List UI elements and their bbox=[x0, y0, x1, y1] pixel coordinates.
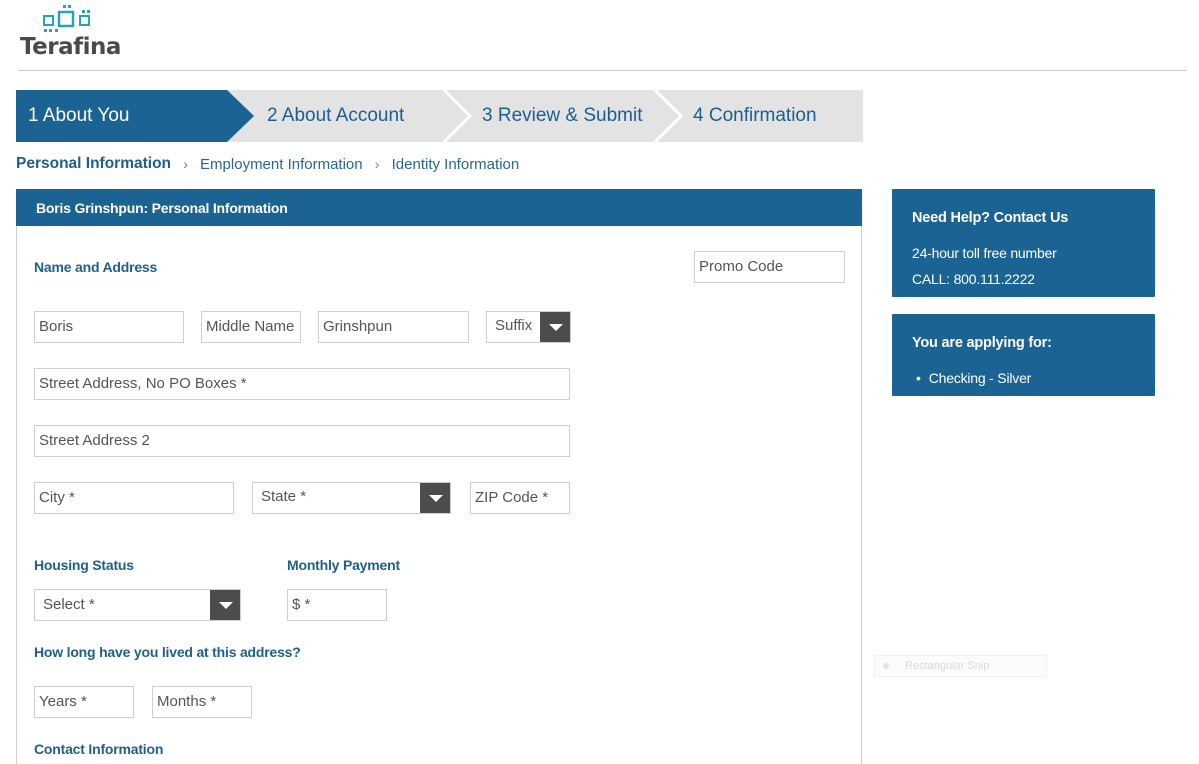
name-address-heading: Name and Address bbox=[34, 259, 158, 275]
street-address-2-input[interactable]: Street Address 2 bbox=[34, 425, 570, 457]
applying-for-box: You are applying for: • Checking - Silver bbox=[892, 314, 1155, 396]
state-select-value: State * bbox=[261, 488, 307, 505]
applying-product-label: Checking - Silver bbox=[928, 370, 1032, 386]
state-select[interactable]: State * bbox=[252, 482, 451, 514]
address-duration-heading: How long have you lived at this address? bbox=[34, 644, 301, 660]
header-divider bbox=[18, 70, 1187, 71]
breadcrumb-employment[interactable]: Employment Information bbox=[200, 156, 363, 173]
zip-code-input[interactable]: ZIP Code * bbox=[470, 482, 570, 514]
suffix-select[interactable]: Suffix bbox=[486, 311, 571, 343]
monthly-payment-heading: Monthly Payment bbox=[287, 557, 400, 573]
suffix-select-value: Suffix bbox=[495, 317, 533, 334]
header: Terafina bbox=[0, 0, 1199, 72]
monthly-payment-input[interactable]: $ * bbox=[287, 589, 387, 621]
brand-logo[interactable]: Terafina bbox=[20, 4, 121, 64]
step-review-submit[interactable]: 3 Review & Submit bbox=[482, 90, 643, 142]
brand-name: Terafina bbox=[20, 34, 121, 60]
help-toll-free-label: 24-hour toll free number bbox=[912, 245, 1057, 261]
last-name-input[interactable]: Grinshpun bbox=[318, 311, 469, 343]
step-confirmation[interactable]: 4 Confirmation bbox=[693, 90, 817, 142]
street-address-input[interactable]: Street Address, No PO Boxes * bbox=[34, 368, 570, 400]
housing-status-value: Select * bbox=[43, 596, 95, 613]
chevron-down-icon[interactable] bbox=[420, 483, 450, 513]
help-phone-number[interactable]: CALL: 800.111.2222 bbox=[912, 271, 1035, 287]
years-input[interactable]: Years * bbox=[34, 686, 134, 718]
logo-mark-icon bbox=[43, 5, 90, 32]
breadcrumb-identity[interactable]: Identity Information bbox=[392, 156, 520, 173]
housing-status-select[interactable]: Select * bbox=[34, 589, 241, 621]
breadcrumb-separator: › bbox=[374, 156, 380, 173]
step-about-you[interactable]: 1 About You bbox=[16, 90, 254, 142]
panel-title: Boris Grinshpun: Personal Information bbox=[16, 189, 862, 226]
city-input[interactable]: City * bbox=[34, 482, 234, 514]
step-chevron-icon bbox=[653, 90, 683, 142]
step-about-account[interactable]: 2 About Account bbox=[267, 90, 404, 142]
months-input[interactable]: Months * bbox=[152, 686, 252, 718]
help-title: Need Help? Contact Us bbox=[912, 210, 1069, 226]
breadcrumb: Personal Information › Employment Inform… bbox=[16, 155, 519, 175]
contact-info-heading: Contact Information bbox=[34, 741, 164, 757]
snip-dot-icon bbox=[883, 663, 889, 669]
step-progress-bar: 1 About You 2 About Account 3 Review & S… bbox=[16, 90, 863, 142]
snip-label: Rectangular Snip bbox=[905, 660, 990, 672]
applying-title: You are applying for: bbox=[912, 335, 1052, 351]
step-chevron-icon bbox=[442, 90, 472, 142]
chevron-down-icon[interactable] bbox=[540, 312, 570, 342]
snip-overlay: Rectangular Snip bbox=[874, 655, 1047, 677]
chevron-down-icon[interactable] bbox=[210, 590, 240, 620]
middle-name-input[interactable]: Middle Name bbox=[201, 311, 301, 343]
help-contact-box: Need Help? Contact Us 24-hour toll free … bbox=[892, 189, 1155, 297]
personal-info-panel: Boris Grinshpun: Personal Information Na… bbox=[16, 189, 862, 764]
promo-code-input[interactable]: Promo Code bbox=[694, 251, 845, 283]
breadcrumb-current: Personal Information bbox=[16, 155, 172, 173]
first-name-input[interactable]: Boris bbox=[34, 311, 184, 343]
applying-product-item: • Checking - Silver bbox=[916, 370, 1032, 386]
breadcrumb-separator: › bbox=[183, 156, 188, 173]
housing-status-heading: Housing Status bbox=[34, 557, 134, 573]
